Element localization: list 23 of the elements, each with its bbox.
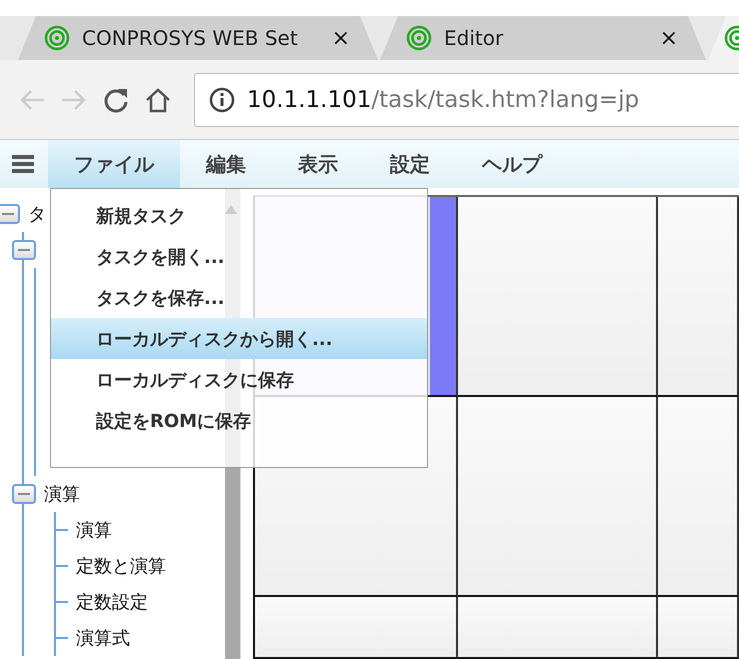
menu-item[interactable]: タスクを保存... — [51, 277, 427, 318]
address-bar[interactable]: 10.1.1.101/task/task.htm?lang=jp — [194, 72, 739, 126]
menu-bar-item[interactable]: ファイル — [48, 140, 180, 188]
menu-item[interactable]: ローカルディスクに保存 — [51, 359, 427, 400]
menu-item[interactable]: 設定をROMに保存 — [51, 400, 427, 441]
menu-item[interactable]: ローカルディスクから開く... — [51, 318, 427, 359]
tree-item[interactable]: 演算 — [76, 518, 112, 542]
tree-item[interactable]: 定数と演算 — [76, 554, 166, 578]
tree-item[interactable]: 演算式 — [76, 626, 130, 650]
menu-bar-item[interactable]: ヘルプ — [456, 140, 568, 188]
tree-item[interactable]: タ — [28, 202, 46, 226]
browser-tab[interactable]: CONPROSYS WEB Set × — [18, 16, 378, 60]
close-icon[interactable]: × — [660, 26, 678, 50]
browser-tab[interactable]: Editor × — [380, 16, 706, 60]
close-icon[interactable]: × — [332, 26, 350, 50]
menu-item[interactable]: 新規タスク — [51, 195, 427, 236]
menu-bar-item[interactable]: 編集 — [180, 140, 272, 188]
menu-bar-item[interactable]: 表示 — [272, 140, 364, 188]
tree-item[interactable]: 演算 — [44, 482, 80, 506]
url-text: 10.1.1.101/task/task.htm?lang=jp — [247, 86, 640, 112]
menu-bar-item[interactable]: 設定 — [364, 140, 456, 188]
menu-item[interactable]: タスクを開く... — [51, 236, 427, 277]
tree-item[interactable]: 定数設定 — [76, 590, 148, 614]
